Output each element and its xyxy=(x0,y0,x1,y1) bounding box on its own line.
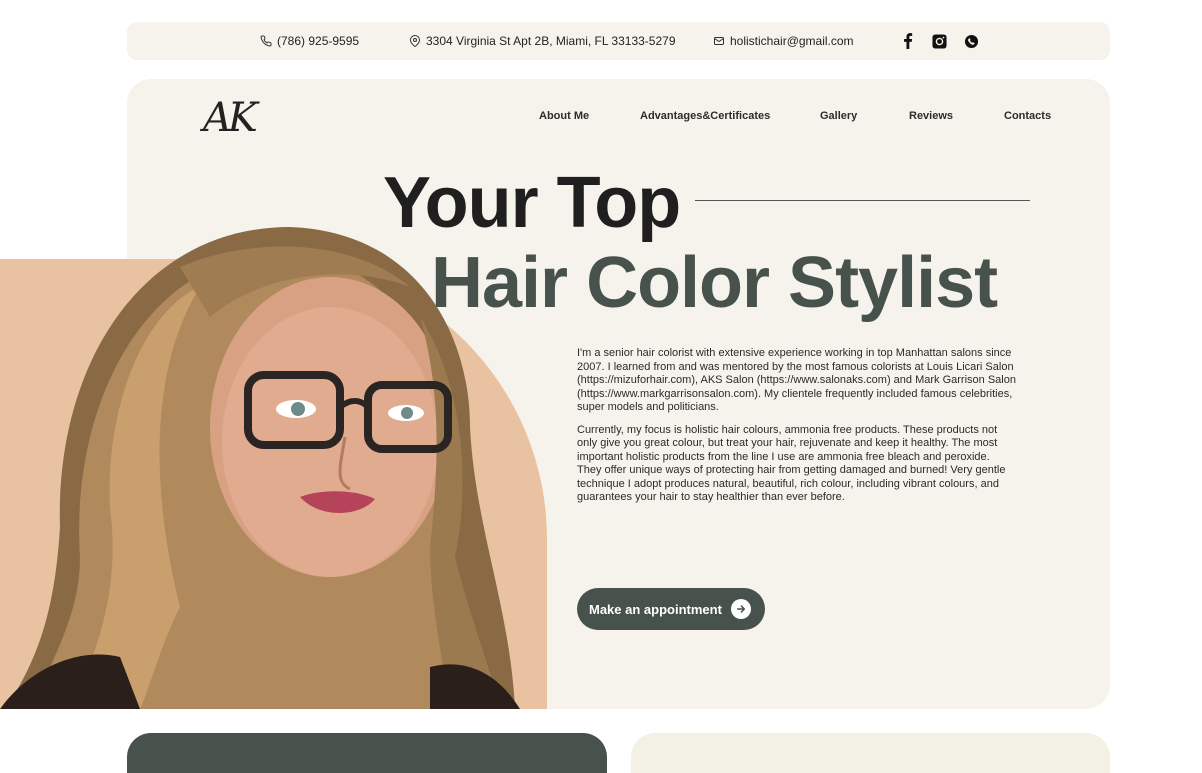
next-section-card-dark xyxy=(127,733,607,773)
facebook-icon[interactable] xyxy=(899,33,916,50)
arrow-right-icon xyxy=(731,599,751,619)
email-contact[interactable]: holistichair@gmail.com xyxy=(713,34,854,48)
nav-reviews[interactable]: Reviews xyxy=(909,110,953,122)
instagram-icon[interactable] xyxy=(931,33,948,50)
location-pin-icon xyxy=(409,35,421,47)
mail-icon xyxy=(714,37,724,45)
description-paragraph-2: Currently, my focus is holistic hair col… xyxy=(577,423,1006,504)
address-text: 3304 Virginia St Apt 2B, Miami, FL 33133… xyxy=(426,34,676,48)
make-appointment-button[interactable]: Make an appointment xyxy=(577,588,765,630)
stylist-photo xyxy=(0,227,520,709)
next-section-card-light xyxy=(631,733,1110,773)
email-text: holistichair@gmail.com xyxy=(730,34,854,48)
hero-description: I'm a senior hair colorist with extensiv… xyxy=(577,347,1017,514)
whatsapp-icon[interactable] xyxy=(963,33,980,50)
social-links xyxy=(899,33,980,50)
stylist-portrait xyxy=(0,227,547,709)
brand-logo[interactable]: AK xyxy=(203,95,258,141)
top-contact-bar: (786) 925-9595 3304 Virginia St Apt 2B, … xyxy=(127,22,1110,60)
phone-icon xyxy=(260,35,272,47)
nav-advantages-certificates[interactable]: Advantages&Certificates xyxy=(640,110,770,122)
nav-contacts[interactable]: Contacts xyxy=(1004,110,1051,122)
address-contact[interactable]: 3304 Virginia St Apt 2B, Miami, FL 33133… xyxy=(409,34,676,48)
phone-text: (786) 925-9595 xyxy=(277,34,360,48)
phone-contact[interactable]: (786) 925-9595 xyxy=(260,34,359,48)
nav-gallery[interactable]: Gallery xyxy=(820,110,857,122)
title-divider xyxy=(695,200,1030,201)
cta-label: Make an appointment xyxy=(589,601,722,617)
description-paragraph-1: I'm a senior hair colorist with extensiv… xyxy=(577,347,1016,413)
nav-about-me[interactable]: About Me xyxy=(539,110,589,122)
